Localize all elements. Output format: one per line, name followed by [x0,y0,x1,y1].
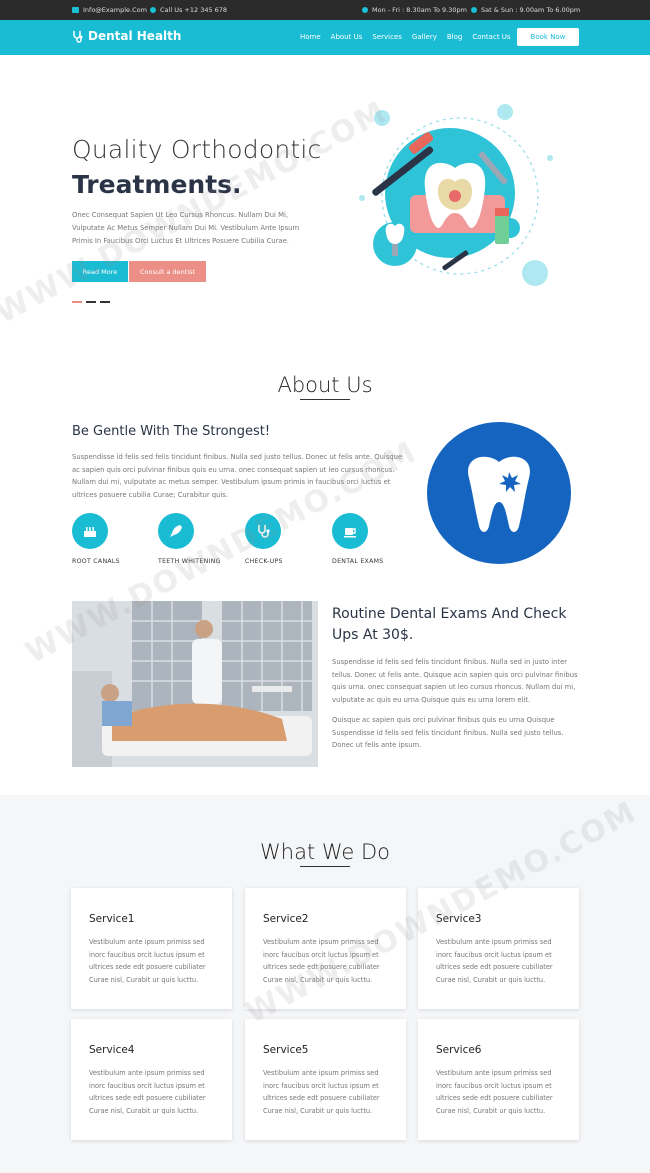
nav-item-gallery[interactable]: Gallery [412,33,437,41]
feature-root-canals[interactable]: ROOT CANALS [72,513,152,565]
service-text: Vestibulum ante ipsum primiss sed inorc … [436,1069,553,1116]
feature-label: ROOT CANALS [72,558,120,565]
hero-text: Onec Consequat Sapien Ut Leo Cursus Rhon… [72,211,300,245]
slider-dot-3[interactable] [100,301,110,303]
stethoscope-icon [245,513,281,549]
title-underline [300,399,350,400]
feature-label: TEETH WHITENING [158,558,221,565]
phone-text: Call Us +12 345 678 [160,6,228,14]
feature-label: CHECK-UPS [245,558,283,565]
nav-item-blog[interactable]: Blog [447,33,462,41]
nav-menu: Home About Us Services Gallery Blog Cont… [300,33,521,41]
service-card[interactable]: Service6 Vestibulum ante ipsum primiss s… [418,1019,579,1140]
service-text: Vestibulum ante ipsum primiss sed inorc … [263,938,380,985]
consult-dentist-button[interactable]: Consult a dentist [129,261,206,282]
book-now-button[interactable]: Book Now [517,28,579,46]
email-text: Info@Example.Com [83,6,147,14]
top-info-bar: Info@Example.Com Call Us +12 345 678 Mon… [0,0,650,20]
slider-dots [72,301,114,303]
logo-text: Dental Health [88,29,182,43]
service-text: Vestibulum ante ipsum primiss sed inorc … [436,938,553,985]
services-section-title: What We Do [0,840,650,867]
slider-dot-2[interactable] [86,301,96,303]
nav-item-contact[interactable]: Contact Us [472,33,510,41]
hero-title-bold: Treatments. [72,170,242,199]
mail-icon [72,7,79,13]
service-card[interactable]: Service4 Vestibulum ante ipsum primiss s… [71,1019,232,1140]
nav-item-services[interactable]: Services [372,33,402,41]
service-card[interactable]: Service1 Vestibulum ante ipsum primiss s… [71,888,232,1009]
read-more-button[interactable]: Read More [72,261,128,282]
clock-icon [362,7,368,13]
service-title: Service1 [89,913,135,925]
feature-check-ups[interactable]: CHECK-UPS [245,513,325,565]
nav-item-about[interactable]: About Us [331,33,363,41]
stethoscope-logo-icon [73,30,83,43]
service-text: Vestibulum ante ipsum primiss sed inorc … [89,1069,206,1116]
exam-text-2: Quisque ac sapien quis orci pulvinar fin… [332,716,564,749]
service-card[interactable]: Service5 Vestibulum ante ipsum primiss s… [245,1019,406,1140]
about-text: Suspendisse id felis sed felis tincidunt… [72,453,403,499]
service-card[interactable]: Service2 Vestibulum ante ipsum primiss s… [245,888,406,1009]
about-section-title: About Us [0,373,650,400]
cake-icon [72,513,108,549]
tooth-icon [468,456,530,532]
service-text: Vestibulum ante ipsum primiss sed inorc … [89,938,206,985]
about-heading: Be Gentle With The Strongest! [72,424,271,439]
weekday-hours-text: Mon - Fri : 8.30am To 9.30pm [372,6,467,14]
services-title-text: What We Do [260,840,390,864]
feature-teeth-whitening[interactable]: TEETH WHITENING [158,513,238,565]
tooth-badge [427,422,571,564]
feature-label: DENTAL EXAMS [332,558,384,565]
weekday-hours: Mon - Fri : 8.30am To 9.30pm [362,6,467,14]
phone-icon [150,7,156,13]
weekend-hours-text: Sat & Sun : 9.00am To 6.00pm [481,6,581,14]
patient-exam-photo [72,601,318,767]
service-title: Service2 [263,913,309,925]
about-title-text: About Us [277,373,373,397]
service-title: Service4 [89,1044,135,1056]
dental-illustration [359,104,553,286]
exam-heading: Routine Dental Exams And Check Ups At 30… [332,606,567,643]
title-underline [300,866,350,867]
slider-dot-1[interactable] [72,301,82,303]
phone-info[interactable]: Call Us +12 345 678 [150,6,227,14]
service-text: Vestibulum ante ipsum primiss sed inorc … [263,1069,380,1116]
nav-item-home[interactable]: Home [300,33,321,41]
feature-dental-exams[interactable]: DENTAL EXAMS [332,513,412,565]
hero-title-light: Quality Orthodontic [72,135,322,164]
cup-icon [332,513,368,549]
site-logo[interactable]: Dental Health [72,29,181,43]
service-title: Service3 [436,913,482,925]
rocket-icon [158,513,194,549]
exam-text-1: Suspendisse id felis sed felis tincidunt… [332,658,578,704]
service-title: Service6 [436,1044,482,1056]
email-info[interactable]: Info@Example.Com [72,6,147,14]
weekend-hours: Sat & Sun : 9.00am To 6.00pm [471,6,580,14]
service-title: Service5 [263,1044,309,1056]
clock-icon [471,7,477,13]
service-card[interactable]: Service3 Vestibulum ante ipsum primiss s… [418,888,579,1009]
